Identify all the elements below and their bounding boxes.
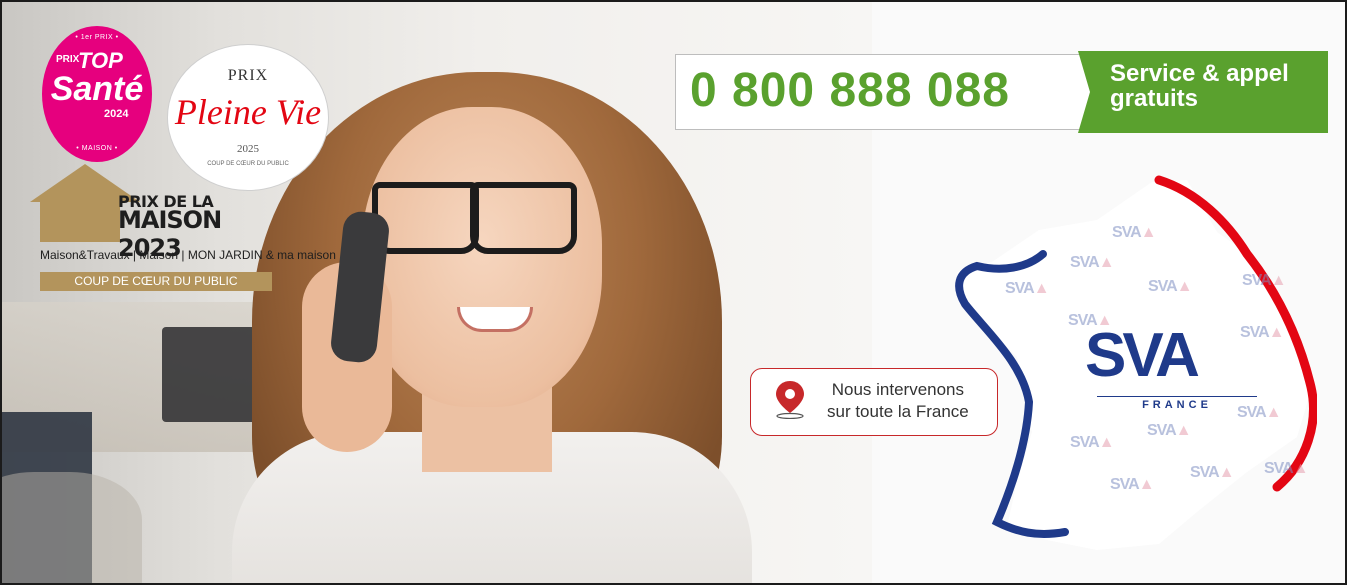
- pleine-vie-title: Pleine Vie: [174, 92, 322, 132]
- top-sante-sante: Santé: [50, 70, 144, 108]
- sva-watermark-logo: SVA▲: [1070, 434, 1115, 451]
- sva-watermark-logo: SVA▲: [1190, 464, 1235, 481]
- sva-logo: SVA: [1085, 321, 1200, 390]
- badge-prix-maison: PRIX DE LA MAISON 2023 Maison&Travaux | …: [30, 164, 336, 294]
- sva-watermark-logo: SVA▲: [1147, 422, 1192, 439]
- top-sante-category: • MAISON •: [76, 145, 118, 152]
- top-sante-year: 2024: [104, 108, 129, 120]
- sva-watermark-logo: SVA▲: [1112, 224, 1157, 241]
- location-pin-icon: [776, 381, 804, 419]
- sva-watermark-logo: SVA▲: [1070, 254, 1115, 271]
- sva-watermark-logo: SVA▲: [1240, 324, 1285, 341]
- sva-logo-country: FRANCE: [1097, 396, 1257, 411]
- service-tag: Service & appel gratuits: [1078, 51, 1328, 133]
- background-object: [2, 472, 142, 583]
- sva-watermark-logo: SVA▲: [1148, 278, 1193, 295]
- prix-maison-partners: Maison&Travaux | Maison | MON JARDIN & m…: [40, 248, 336, 262]
- service-line2: gratuits: [1110, 85, 1199, 112]
- top-sante-rank: • 1er PRIX •: [75, 34, 119, 41]
- service-line1: Service & appel: [1110, 60, 1289, 87]
- sva-watermark-logo: SVA▲: [1264, 460, 1309, 477]
- phone-banner[interactable]: 0 800 888 088 Service & appel gratuits: [675, 51, 1328, 133]
- woman-face: [362, 107, 602, 407]
- top-sante-prix: PRIX: [56, 54, 80, 65]
- sva-watermark-logo: SVA▲: [1005, 280, 1050, 297]
- glasses-right-lens: [470, 182, 577, 254]
- sva-watermark-logo: SVA▲: [1110, 476, 1155, 493]
- pleine-vie-prix: PRIX: [227, 67, 269, 84]
- phone-number[interactable]: 0 800 888 088: [690, 63, 1010, 118]
- glasses-left-lens: [372, 182, 479, 254]
- sva-watermark-logo: SVA▲: [1242, 272, 1287, 289]
- service-text: Service & appel gratuits: [1110, 61, 1289, 111]
- prix-maison-coup: COUP DE CŒUR DU PUBLIC: [40, 272, 272, 291]
- hero-banner: • 1er PRIX • PRIX TOP Santé 2024 • MAISO…: [0, 0, 1347, 585]
- pleine-vie-year: 2025: [237, 143, 259, 155]
- badge-top-sante: • 1er PRIX • PRIX TOP Santé 2024 • MAISO…: [42, 26, 152, 162]
- house-icon-body: [40, 202, 120, 242]
